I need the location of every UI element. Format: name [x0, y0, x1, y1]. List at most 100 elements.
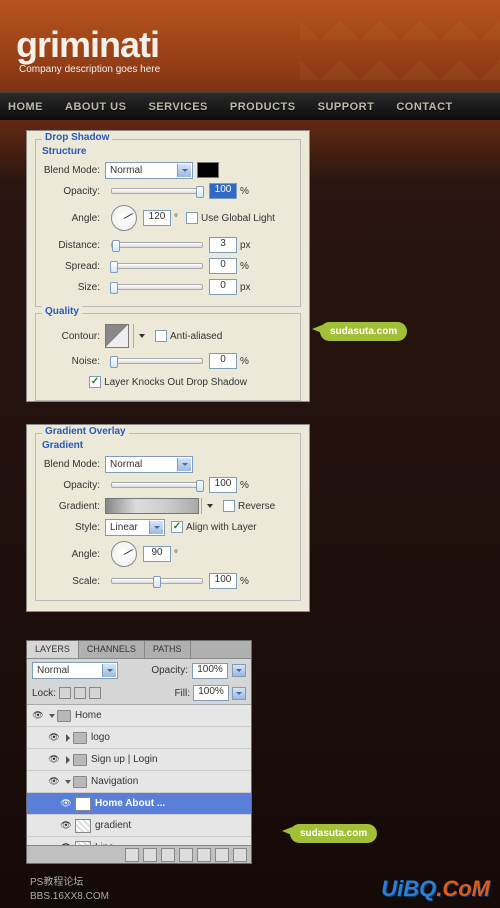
eye-icon[interactable] — [45, 776, 63, 787]
knocks-out-label: Layer Knocks Out Drop Shadow — [104, 377, 247, 388]
layer-opacity-input[interactable]: 100% — [192, 663, 228, 679]
adjustment-icon[interactable] — [179, 848, 193, 862]
eye-icon[interactable] — [29, 710, 47, 721]
tab-channels[interactable]: CHANNELS — [79, 641, 145, 658]
go-opacity-label: Opacity: — [42, 480, 100, 491]
nav-support[interactable]: SUPPORT — [318, 101, 375, 113]
nav-about[interactable]: ABOUT US — [65, 101, 126, 113]
layer-mode-select[interactable]: Normal — [32, 662, 118, 679]
lock-position-icon[interactable] — [74, 687, 86, 699]
go-blend-mode-select[interactable]: Normal — [105, 456, 193, 473]
fill-flyout-icon[interactable] — [232, 687, 246, 700]
contour-dropdown[interactable] — [133, 324, 149, 348]
eye-icon[interactable] — [45, 732, 63, 743]
structure-title: Structure — [42, 146, 294, 157]
scale-input[interactable]: 100 — [209, 573, 237, 589]
antialiased-label: Anti-aliased — [170, 331, 222, 342]
layer-row[interactable]: Navigation — [27, 771, 251, 793]
group-icon[interactable] — [197, 848, 211, 862]
layer-row[interactable]: gradient — [27, 815, 251, 837]
layer-row[interactable]: Home — [27, 705, 251, 727]
size-slider[interactable] — [111, 284, 203, 290]
go-opacity-input[interactable]: 100 — [209, 477, 237, 493]
slider-thumb[interactable] — [110, 282, 118, 294]
size-unit: px — [240, 282, 251, 293]
size-input[interactable]: 0 — [209, 279, 237, 295]
folder-icon — [73, 776, 87, 788]
eye-icon[interactable] — [45, 754, 63, 765]
distance-unit: px — [240, 240, 251, 251]
layers-bottom-toolbar — [27, 845, 251, 863]
layer-row[interactable]: Line — [27, 837, 251, 845]
watermark-line2: BBS.16XX8.COM — [30, 890, 109, 904]
folder-icon — [73, 754, 87, 766]
angle-dial[interactable]: .angle-dial::after{transform:rotate(-30d… — [111, 205, 137, 231]
distance-slider[interactable] — [111, 242, 203, 248]
link-icon[interactable] — [125, 848, 139, 862]
slider-thumb[interactable] — [196, 480, 204, 492]
fill-input[interactable]: 100% — [193, 685, 229, 701]
layer-row[interactable]: Sign up | Login — [27, 749, 251, 771]
slider-thumb[interactable] — [110, 261, 118, 273]
reverse-checkbox[interactable] — [223, 500, 235, 512]
lock-all-icon[interactable] — [89, 687, 101, 699]
distance-input[interactable]: 3 — [209, 237, 237, 253]
opacity-slider[interactable] — [111, 188, 203, 194]
nav-services[interactable]: SERVICES — [148, 101, 207, 113]
layer-list: Home logo Sign up | Login Navigation THo… — [27, 705, 251, 845]
style-label: Style: — [42, 522, 100, 533]
new-layer-icon[interactable] — [215, 848, 229, 862]
spread-slider[interactable] — [111, 263, 203, 269]
go-angle-input[interactable]: 90 — [143, 546, 171, 562]
trash-icon[interactable] — [233, 848, 247, 862]
chevron-down-icon — [102, 664, 116, 677]
go-angle-dial[interactable] — [111, 541, 137, 567]
gradient-dropdown[interactable] — [201, 498, 217, 514]
size-label: Size: — [42, 282, 100, 293]
slider-thumb[interactable] — [153, 576, 161, 588]
nav-products[interactable]: PRODUCTS — [230, 101, 296, 113]
eye-icon[interactable] — [57, 820, 75, 831]
navbar: HOME ABOUT US SERVICES PRODUCTS SUPPORT … — [0, 92, 500, 120]
go-opacity-slider[interactable] — [111, 482, 203, 488]
go-blend-mode-value: Normal — [110, 459, 142, 470]
knocks-out-checkbox[interactable] — [89, 376, 101, 388]
global-light-checkbox[interactable] — [186, 212, 198, 224]
spread-label: Spread: — [42, 261, 100, 272]
slider-thumb[interactable] — [112, 240, 120, 252]
gradient-bar[interactable] — [105, 498, 199, 514]
opacity-input[interactable]: 100 — [209, 183, 237, 199]
blend-mode-select[interactable]: Normal — [105, 162, 193, 179]
angle-unit: ° — [174, 213, 178, 224]
layer-opacity-label: Opacity: — [151, 665, 188, 676]
spread-input[interactable]: 0 — [209, 258, 237, 274]
twisty-icon[interactable] — [47, 714, 57, 718]
nav-contact[interactable]: CONTACT — [396, 101, 452, 113]
color-swatch[interactable] — [197, 162, 219, 178]
spread-unit: % — [240, 261, 249, 272]
lock-pixels-icon[interactable] — [59, 687, 71, 699]
layer-row[interactable]: logo — [27, 727, 251, 749]
slider-thumb[interactable] — [110, 356, 118, 368]
scale-slider[interactable] — [111, 578, 203, 584]
mask-icon[interactable] — [161, 848, 175, 862]
twisty-icon[interactable] — [63, 734, 73, 742]
nav-home[interactable]: HOME — [8, 101, 43, 113]
contour-swatch[interactable] — [105, 324, 129, 348]
tab-layers[interactable]: LAYERS — [27, 641, 79, 658]
noise-slider[interactable] — [111, 358, 203, 364]
layer-row-selected[interactable]: THome About ... — [27, 793, 251, 815]
angle-input[interactable]: 120 — [143, 210, 171, 226]
twisty-icon[interactable] — [63, 756, 73, 764]
slider-thumb[interactable] — [196, 186, 204, 198]
layer-name: logo — [91, 732, 110, 743]
style-select[interactable]: Linear — [105, 519, 165, 536]
opacity-flyout-icon[interactable] — [232, 664, 246, 677]
tab-paths[interactable]: PATHS — [145, 641, 191, 658]
align-checkbox[interactable] — [171, 521, 183, 533]
twisty-icon[interactable] — [63, 780, 73, 784]
fx-icon[interactable] — [143, 848, 157, 862]
eye-icon[interactable] — [57, 798, 75, 809]
antialiased-checkbox[interactable] — [155, 330, 167, 342]
noise-input[interactable]: 0 — [209, 353, 237, 369]
